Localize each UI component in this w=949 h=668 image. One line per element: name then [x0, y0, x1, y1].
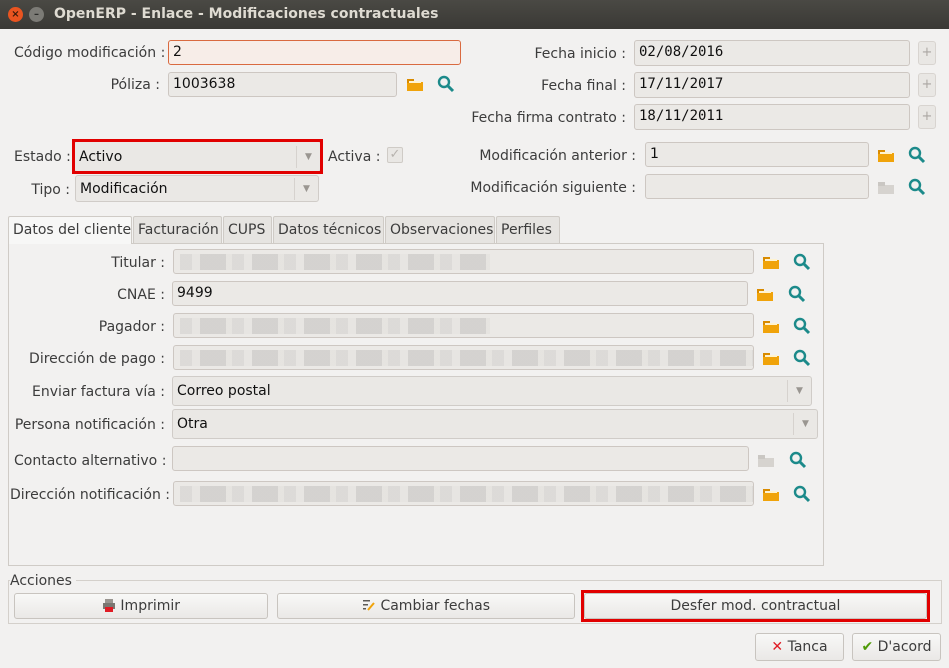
mod-anterior-label: Modificación anterior : [479, 148, 636, 164]
fecha-final-label: Fecha final : [541, 78, 626, 94]
fecha-inicio-input[interactable]: 02/08/2016 [634, 40, 910, 66]
chevron-down-icon: ▼ [793, 413, 817, 435]
direccion-pago-input[interactable] [173, 345, 754, 370]
direccion-notif-label: Dirección notificación : [10, 487, 171, 503]
folder-icon[interactable] [762, 486, 780, 502]
tipo-select[interactable]: Modificación ▼ [75, 175, 319, 202]
printer-icon [102, 599, 115, 612]
tab-observaciones[interactable]: Observaciones [385, 216, 495, 243]
folder-icon[interactable] [406, 76, 424, 92]
close-icon: ✕ [771, 639, 784, 655]
cambiar-fechas-button[interactable]: Cambiar fechas [277, 593, 575, 619]
imprimir-button[interactable]: Imprimir [14, 593, 268, 619]
cnae-label: CNAE : [117, 287, 165, 303]
tipo-value: Modificación [80, 181, 168, 197]
cambiar-fechas-label: Cambiar fechas [380, 598, 490, 614]
cancel-label: Tanca [787, 639, 828, 655]
ok-button[interactable]: ✔ D'acord [852, 633, 941, 661]
cancel-button[interactable]: ✕ Tanca [755, 633, 844, 661]
poliza-label: Póliza : [110, 77, 160, 93]
calendar-icon[interactable]: + [918, 73, 936, 97]
search-icon[interactable] [793, 349, 811, 367]
title-bar: × – OpenERP - Enlace - Modificaciones co… [0, 0, 949, 29]
folder-icon[interactable] [762, 350, 780, 366]
search-icon[interactable] [908, 146, 926, 164]
folder-icon-disabled [878, 182, 894, 194]
enviar-factura-value: Correo postal [177, 383, 271, 399]
activa-label: Activa : [328, 149, 381, 165]
calendar-icon[interactable]: + [918, 105, 936, 129]
folder-icon[interactable] [762, 318, 780, 334]
close-window-button[interactable]: × [8, 7, 23, 22]
tab-facturacion[interactable]: Facturación [133, 216, 222, 243]
fecha-firma-label: Fecha firma contrato : [471, 110, 626, 126]
contacto-alt-label: Contacto alternativo : [14, 453, 167, 469]
tab-cups[interactable]: CUPS [223, 216, 272, 243]
window-title: OpenERP - Enlace - Modificaciones contra… [54, 6, 439, 22]
imprimir-label: Imprimir [120, 598, 181, 614]
search-icon[interactable] [437, 75, 455, 93]
contacto-alt-input[interactable] [172, 446, 749, 471]
search-icon[interactable] [908, 178, 926, 196]
titular-input[interactable] [173, 249, 754, 274]
search-icon[interactable] [789, 451, 807, 469]
chevron-down-icon: ▼ [294, 178, 318, 200]
tab-perfiles[interactable]: Perfiles [496, 216, 560, 243]
direccion-notif-input[interactable] [173, 481, 754, 506]
pagador-label: Pagador : [98, 319, 165, 335]
tab-datos-cliente[interactable]: Datos del cliente [8, 216, 132, 244]
edit-icon [363, 600, 375, 611]
tab-datos-tecnicos[interactable]: Datos técnicos [273, 216, 384, 243]
fecha-inicio-label: Fecha inicio : [534, 46, 626, 62]
folder-icon[interactable] [756, 286, 774, 302]
titular-label: Titular : [111, 255, 165, 271]
folder-icon-disabled [758, 455, 774, 467]
search-icon[interactable] [793, 485, 811, 503]
ok-label: D'acord [877, 639, 932, 655]
persona-notif-value: Otra [177, 416, 208, 432]
chevron-down-icon: ▼ [787, 380, 811, 402]
persona-notif-label: Persona notificación : [14, 417, 165, 433]
direccion-pago-label: Dirección de pago : [29, 351, 165, 367]
checkmark-icon: ✔ [861, 639, 874, 655]
enviar-factura-label: Enviar factura vía : [32, 384, 165, 400]
search-icon[interactable] [793, 317, 811, 335]
fecha-firma-input[interactable]: 18/11/2011 [634, 104, 910, 130]
folder-icon[interactable] [762, 254, 780, 270]
mod-siguiente-input[interactable] [645, 174, 869, 199]
minimize-window-button[interactable]: – [29, 7, 44, 22]
tipo-label: Tipo : [31, 182, 70, 198]
poliza-input[interactable]: 1003638 [168, 72, 397, 97]
search-icon[interactable] [788, 285, 806, 303]
persona-notif-select[interactable]: Otra ▼ [172, 409, 818, 439]
fecha-final-input[interactable]: 17/11/2017 [634, 72, 910, 98]
mod-siguiente-label: Modificación siguiente : [470, 180, 636, 196]
activa-checkbox[interactable]: ✓ [387, 147, 403, 163]
codigo-input[interactable]: 2 [168, 40, 461, 65]
pagador-input[interactable] [173, 313, 754, 338]
desfer-highlight [581, 590, 930, 622]
estado-label: Estado : [14, 149, 71, 165]
cnae-input[interactable]: 9499 [172, 281, 748, 306]
mod-anterior-input[interactable]: 1 [645, 142, 869, 167]
search-icon[interactable] [793, 253, 811, 271]
estado-highlight [72, 139, 323, 174]
codigo-label: Código modificación : [14, 45, 166, 61]
folder-icon[interactable] [877, 147, 895, 163]
calendar-icon[interactable]: + [918, 41, 936, 65]
enviar-factura-select[interactable]: Correo postal ▼ [172, 376, 812, 406]
